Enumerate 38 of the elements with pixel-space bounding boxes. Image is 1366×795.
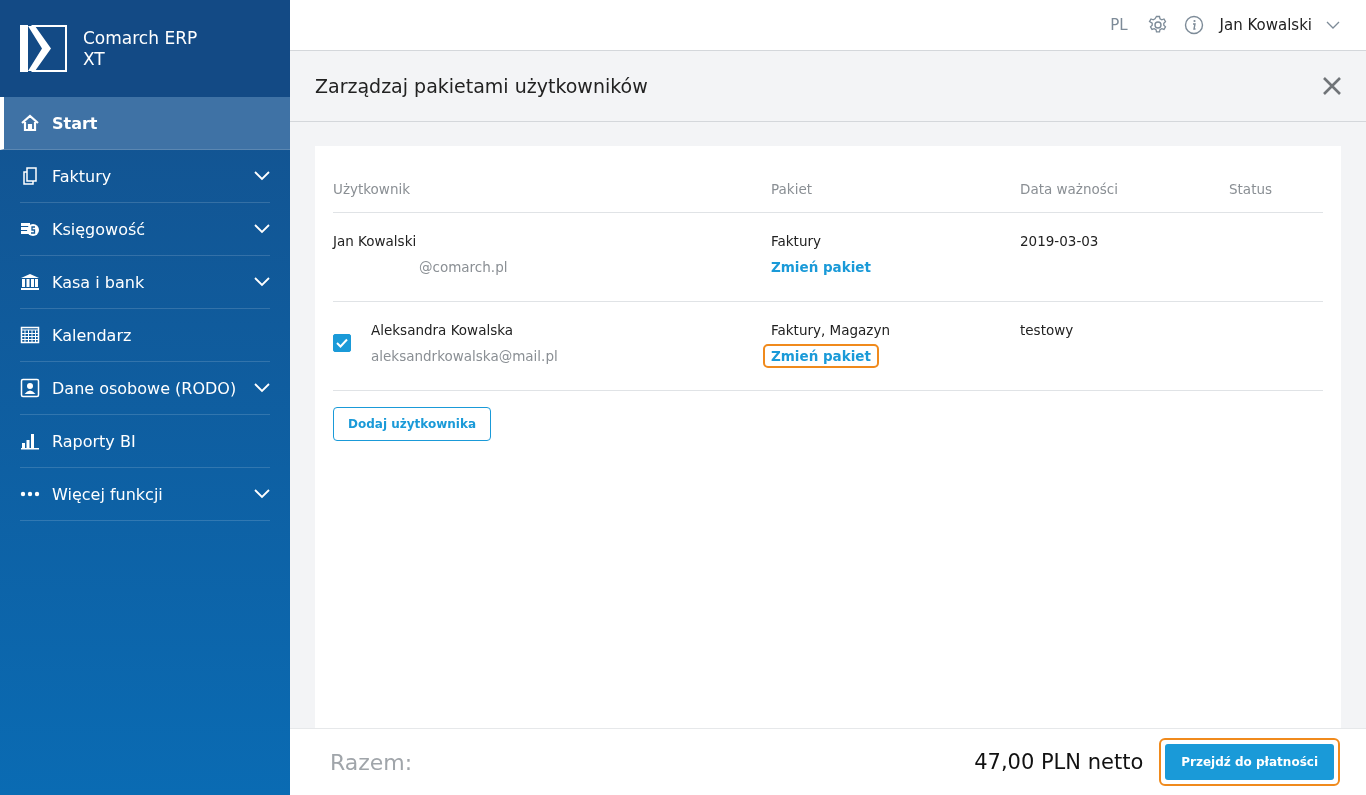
sidebar-item[interactable]: Kasa i bank [20, 256, 270, 309]
dialog-title: Zarządzaj pakietami użytkowników [315, 75, 648, 97]
user-email: aleksandrkowalska@mail.pl [371, 348, 558, 364]
sidebar-item[interactable]: Więcej funkcji [20, 468, 270, 521]
app-name: Comarch ERP XT [83, 27, 199, 70]
column-header: Pakiet [771, 181, 813, 197]
column-header: Data ważności [1020, 181, 1119, 197]
sidebar-item[interactable]: Faktury [20, 150, 270, 203]
close-icon[interactable] [1322, 76, 1342, 96]
logo-icon [20, 25, 67, 72]
settings-icon[interactable] [1147, 15, 1168, 35]
sidebar-item[interactable]: Dane osobowe (RODO) [20, 362, 270, 415]
info-icon[interactable] [1183, 15, 1204, 35]
package-name: Faktury [771, 233, 822, 249]
expiry-date: testowy [1020, 322, 1074, 338]
sidebar-item[interactable]: Start [0, 97, 290, 150]
sidebar-item[interactable]: Kalendarz [20, 309, 270, 362]
user-name: Jan Kowalski [333, 233, 418, 249]
package-name: Faktury, Magazyn [771, 322, 891, 338]
total-label: Razem: [330, 749, 414, 775]
user-email: @comarch.pl [419, 259, 508, 275]
column-header: Status [1229, 181, 1274, 197]
bank-icon [20, 272, 40, 292]
expiry-date: 2019-03-03 [1020, 233, 1099, 249]
sidebar-item[interactable]: Raporty BI [20, 415, 270, 468]
column-header: Użytkownik [333, 181, 411, 197]
person-card-icon [20, 378, 40, 398]
sidebar-item[interactable]: Księgowość [20, 203, 270, 256]
user-name: Aleksandra Kowalska [371, 322, 515, 338]
bar-chart-icon [20, 431, 40, 451]
language-label[interactable]: PL [1110, 16, 1128, 34]
total-amount: 47,00 PLN netto [974, 750, 1144, 774]
checkbox[interactable] [333, 334, 351, 352]
chevron-down-icon [1326, 21, 1340, 29]
calendar-icon [20, 325, 40, 345]
home-icon [20, 113, 40, 133]
documents-icon [20, 166, 40, 186]
user-menu[interactable]: Jan Kowalski [1219, 16, 1312, 34]
